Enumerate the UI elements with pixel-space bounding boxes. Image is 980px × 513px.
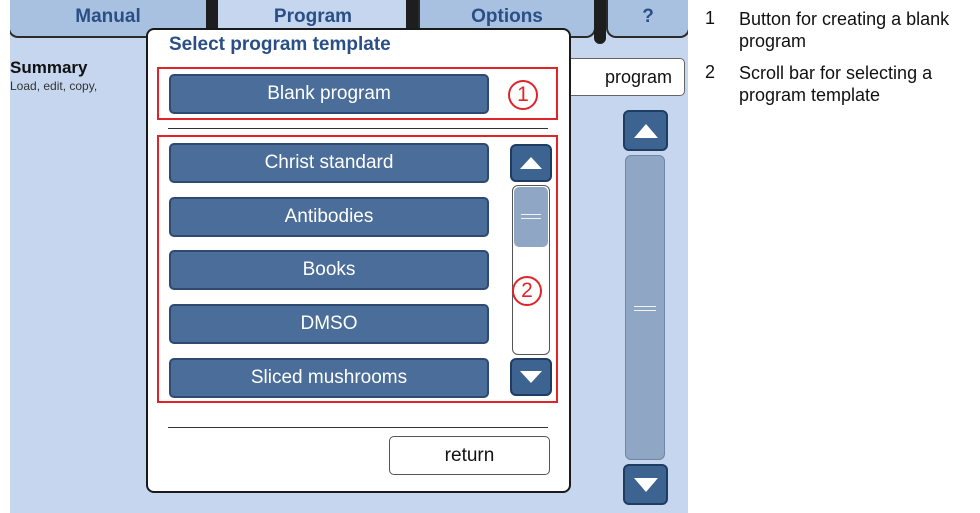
device-screen: Manual Program Options ? Summary Load, e… (10, 0, 688, 513)
divider (168, 128, 548, 129)
triangle-down-icon (520, 371, 542, 383)
dialog-title: Select program template (169, 34, 391, 55)
template-scroll-track[interactable] (512, 185, 550, 355)
legend-item: 2 Scroll bar for selecting a program tem… (705, 62, 975, 106)
callout-2: 2 (512, 276, 542, 306)
legend-number: 1 (705, 8, 716, 28)
tab-separator (594, 0, 606, 44)
legend: 1 Button for creating a blank program 2 … (705, 8, 975, 116)
triangle-up-icon (633, 123, 658, 138)
template-scroll-down-button[interactable] (510, 358, 552, 396)
triangle-up-icon (520, 157, 542, 169)
legend-number: 2 (705, 62, 716, 82)
template-dialog: Select program template Blank program 1 … (146, 28, 571, 493)
legend-text: Button for creating a blank program (739, 9, 950, 51)
scroll-down-button[interactable] (623, 464, 668, 505)
new-program-button[interactable]: program (555, 58, 685, 96)
main-scrollbar[interactable] (623, 110, 668, 508)
template-scroll-thumb[interactable] (514, 187, 548, 247)
legend-item: 1 Button for creating a blank program (705, 8, 975, 52)
scroll-up-button[interactable] (623, 110, 668, 151)
return-button[interactable]: return (389, 436, 550, 475)
template-scroll-up-button[interactable] (510, 144, 552, 182)
summary-title: Summary (10, 58, 88, 77)
template-button[interactable]: Sliced mushrooms (169, 358, 489, 398)
callout-1: 1 (508, 80, 538, 110)
summary-subtitle: Load, edit, copy, (10, 79, 98, 93)
scroll-thumb-grip (633, 306, 657, 311)
template-button[interactable]: Books (169, 250, 489, 290)
tab-help[interactable]: ? (606, 0, 688, 38)
triangle-down-icon (633, 477, 658, 492)
template-button[interactable]: Antibodies (169, 197, 489, 237)
template-button[interactable]: Christ standard (169, 143, 489, 183)
template-button[interactable]: DMSO (169, 304, 489, 344)
blank-program-button[interactable]: Blank program (169, 74, 489, 114)
divider (168, 427, 548, 428)
scroll-track[interactable] (625, 155, 665, 460)
legend-text: Scroll bar for selecting a program templ… (739, 63, 933, 105)
scroll-thumb-grip (520, 214, 542, 219)
